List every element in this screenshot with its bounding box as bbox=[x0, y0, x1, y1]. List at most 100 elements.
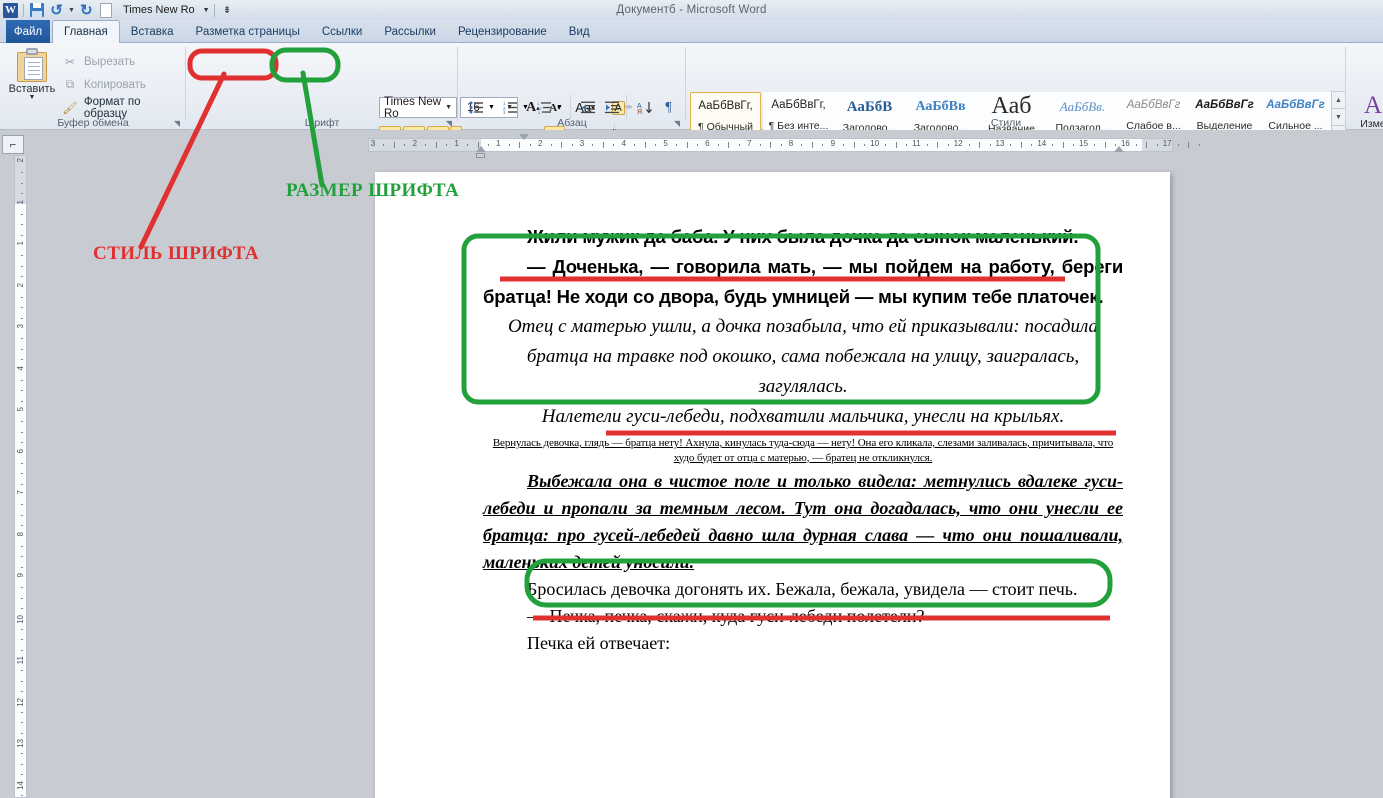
hruler-tick bbox=[738, 144, 740, 146]
font-dialog-launcher[interactable]: ◥ bbox=[446, 119, 452, 128]
increase-indent-button[interactable] bbox=[602, 97, 623, 118]
styles-scroll-up-icon[interactable]: ▲ bbox=[1332, 92, 1345, 109]
hruler-tick bbox=[937, 142, 939, 148]
group-separator-4 bbox=[1345, 47, 1346, 121]
vruler-tick bbox=[21, 504, 23, 506]
numbering-dropdown-icon[interactable]: ▼ bbox=[520, 97, 531, 118]
vruler-tick bbox=[21, 639, 23, 641]
save-icon[interactable] bbox=[28, 2, 45, 19]
ribbon-tabs: Главная Вставка Разметка страницы Ссылки… bbox=[52, 20, 601, 43]
first-line-indent-marker[interactable] bbox=[519, 134, 529, 140]
hruler-tick bbox=[446, 144, 448, 146]
styles-scroll-down-icon[interactable]: ▼ bbox=[1332, 109, 1345, 126]
cut-button[interactable]: ✂ Вырезать bbox=[62, 51, 135, 72]
tab-home[interactable]: Главная bbox=[52, 20, 120, 43]
document-page[interactable]: Жили мужик да баба. У них была дочка да … bbox=[375, 172, 1170, 798]
paragraph-7[interactable]: Бросилась девочка догонять их. Бежала, б… bbox=[483, 576, 1123, 603]
hruler-number: 17 bbox=[1162, 139, 1172, 148]
vruler-tick bbox=[21, 359, 23, 361]
paste-dropdown-icon[interactable]: ▼ bbox=[8, 94, 56, 101]
hruler-number: 3 bbox=[370, 139, 376, 148]
tab-references[interactable]: Ссылки bbox=[311, 21, 374, 43]
multilevel-dropdown-icon[interactable]: ▼ bbox=[554, 97, 565, 118]
tab-mailings[interactable]: Рассылки bbox=[373, 21, 447, 43]
hruler-tick bbox=[885, 144, 887, 146]
vruler-tick bbox=[21, 390, 23, 392]
tab-stop-selector[interactable]: ⌐ bbox=[2, 135, 24, 154]
style-preview: АаБбВ bbox=[846, 99, 893, 115]
hruler-number: 7 bbox=[746, 139, 752, 148]
font-name-input[interactable]: Times New Ro ▼ bbox=[379, 96, 457, 120]
sort-button[interactable]: AЯ bbox=[634, 97, 655, 118]
svg-text:Я: Я bbox=[637, 109, 642, 115]
hruler-number: 1 bbox=[496, 139, 501, 148]
numbering-button[interactable]: 123 bbox=[500, 97, 521, 118]
bullets-button[interactable] bbox=[466, 97, 487, 118]
vruler-number: 3 bbox=[16, 324, 25, 329]
copy-button[interactable]: ⧉ Копировать bbox=[62, 74, 146, 95]
vruler-number: 8 bbox=[16, 531, 25, 536]
paragraph-inner-sep-2 bbox=[626, 95, 627, 119]
vruler-tick bbox=[21, 224, 23, 226]
vruler-tick bbox=[21, 711, 23, 713]
paragraph-3[interactable]: Отец с матерью ушли, а дочка позабыла, ч… bbox=[483, 312, 1123, 402]
tab-insert[interactable]: Вставка bbox=[120, 21, 185, 43]
redo-icon[interactable]: ↺ bbox=[78, 2, 95, 19]
hruler-number: 1 bbox=[454, 139, 459, 148]
format-painter-button[interactable]: 🖌 Формат по образцу bbox=[62, 96, 186, 120]
hruler-tick bbox=[1135, 144, 1137, 146]
tab-view[interactable]: Вид bbox=[558, 21, 601, 43]
font-group-label: Шрифт bbox=[304, 117, 340, 129]
hanging-indent-marker[interactable] bbox=[476, 146, 486, 152]
paragraph-5[interactable]: Вернулась девочка, глядь — братца нету! … bbox=[483, 436, 1123, 465]
hruler-tick bbox=[1010, 144, 1012, 146]
left-indent-marker[interactable] bbox=[476, 153, 485, 158]
pilcrow-icon: ¶ bbox=[665, 99, 672, 115]
vruler-tick bbox=[21, 462, 23, 464]
decrease-indent-button[interactable] bbox=[578, 97, 599, 118]
tab-review[interactable]: Рецензирование bbox=[447, 21, 558, 43]
undo-dropdown-icon[interactable]: ▼ bbox=[68, 7, 75, 14]
paragraph-6[interactable]: Выбежала она в чистое поле и только виде… bbox=[483, 468, 1123, 576]
bullets-dropdown-icon[interactable]: ▼ bbox=[486, 97, 497, 118]
clipboard-dialog-launcher[interactable]: ◥ bbox=[174, 119, 180, 128]
hruler-tick bbox=[393, 142, 395, 148]
paragraph-9[interactable]: Печка ей отвечает: bbox=[483, 630, 1123, 657]
right-indent-marker[interactable] bbox=[1114, 146, 1124, 152]
show-formatting-marks-button[interactable]: ¶ bbox=[658, 97, 679, 118]
horizontal-ruler[interactable]: 3 2 1 1 2 3 4 5 6 7 8 9 10 11 12 13 14 15 16 17 bbox=[368, 134, 1200, 158]
tab-file[interactable]: Файл bbox=[6, 20, 50, 43]
vruler-tick bbox=[21, 255, 23, 257]
customize-qat-icon[interactable]: ⇟ bbox=[219, 2, 236, 19]
hruler-tick bbox=[602, 142, 604, 148]
tab-page-layout[interactable]: Разметка страницы bbox=[185, 21, 311, 43]
paragraph-1[interactable]: Жили мужик да баба. У них была дочка да … bbox=[483, 222, 1123, 252]
vruler-tick bbox=[21, 566, 23, 568]
undo-icon[interactable]: ↺ bbox=[48, 2, 65, 19]
hruler-tick bbox=[561, 142, 563, 148]
vertical-ruler[interactable]: 2 1 1 2 3 4 5 6 7 8 9 10 11 12 13 14 bbox=[14, 155, 27, 798]
new-document-icon[interactable] bbox=[98, 2, 115, 19]
vruler-tick bbox=[21, 172, 23, 174]
vruler-number: 2 bbox=[16, 282, 25, 287]
qat-font-name[interactable]: Times New Ro bbox=[118, 3, 200, 17]
font-name-dropdown-icon[interactable]: ▼ bbox=[445, 104, 452, 111]
hruler-tick bbox=[728, 142, 730, 148]
vruler-tick bbox=[21, 794, 23, 796]
paste-button[interactable]: Вставить ▼ bbox=[8, 47, 56, 101]
vruler-tick bbox=[21, 442, 23, 444]
paragraph-2[interactable]: — Доченька, — говорила мать, — мы пойдем… bbox=[483, 252, 1123, 312]
styles-group-label: Стили bbox=[990, 117, 1022, 129]
vruler-tick bbox=[21, 722, 23, 724]
multilevel-list-button[interactable]: 123 bbox=[534, 97, 555, 118]
qat-font-dropdown-icon[interactable]: ▼ bbox=[203, 7, 210, 14]
vruler-number: 5 bbox=[16, 407, 25, 412]
vruler-top-margin bbox=[15, 156, 26, 204]
paragraph-8[interactable]: — Печка, печка, скажи, куда гуси-лебеди … bbox=[483, 603, 1123, 630]
paragraph-4[interactable]: Налетели гуси-лебеди, подхватили мальчик… bbox=[483, 402, 1123, 432]
vruler-tick bbox=[21, 732, 23, 734]
document-body[interactable]: Жили мужик да баба. У них была дочка да … bbox=[483, 222, 1123, 657]
svg-text:3: 3 bbox=[503, 110, 506, 114]
paragraph-dialog-launcher[interactable]: ◥ bbox=[674, 119, 680, 128]
hruler-number: 4 bbox=[621, 139, 627, 148]
